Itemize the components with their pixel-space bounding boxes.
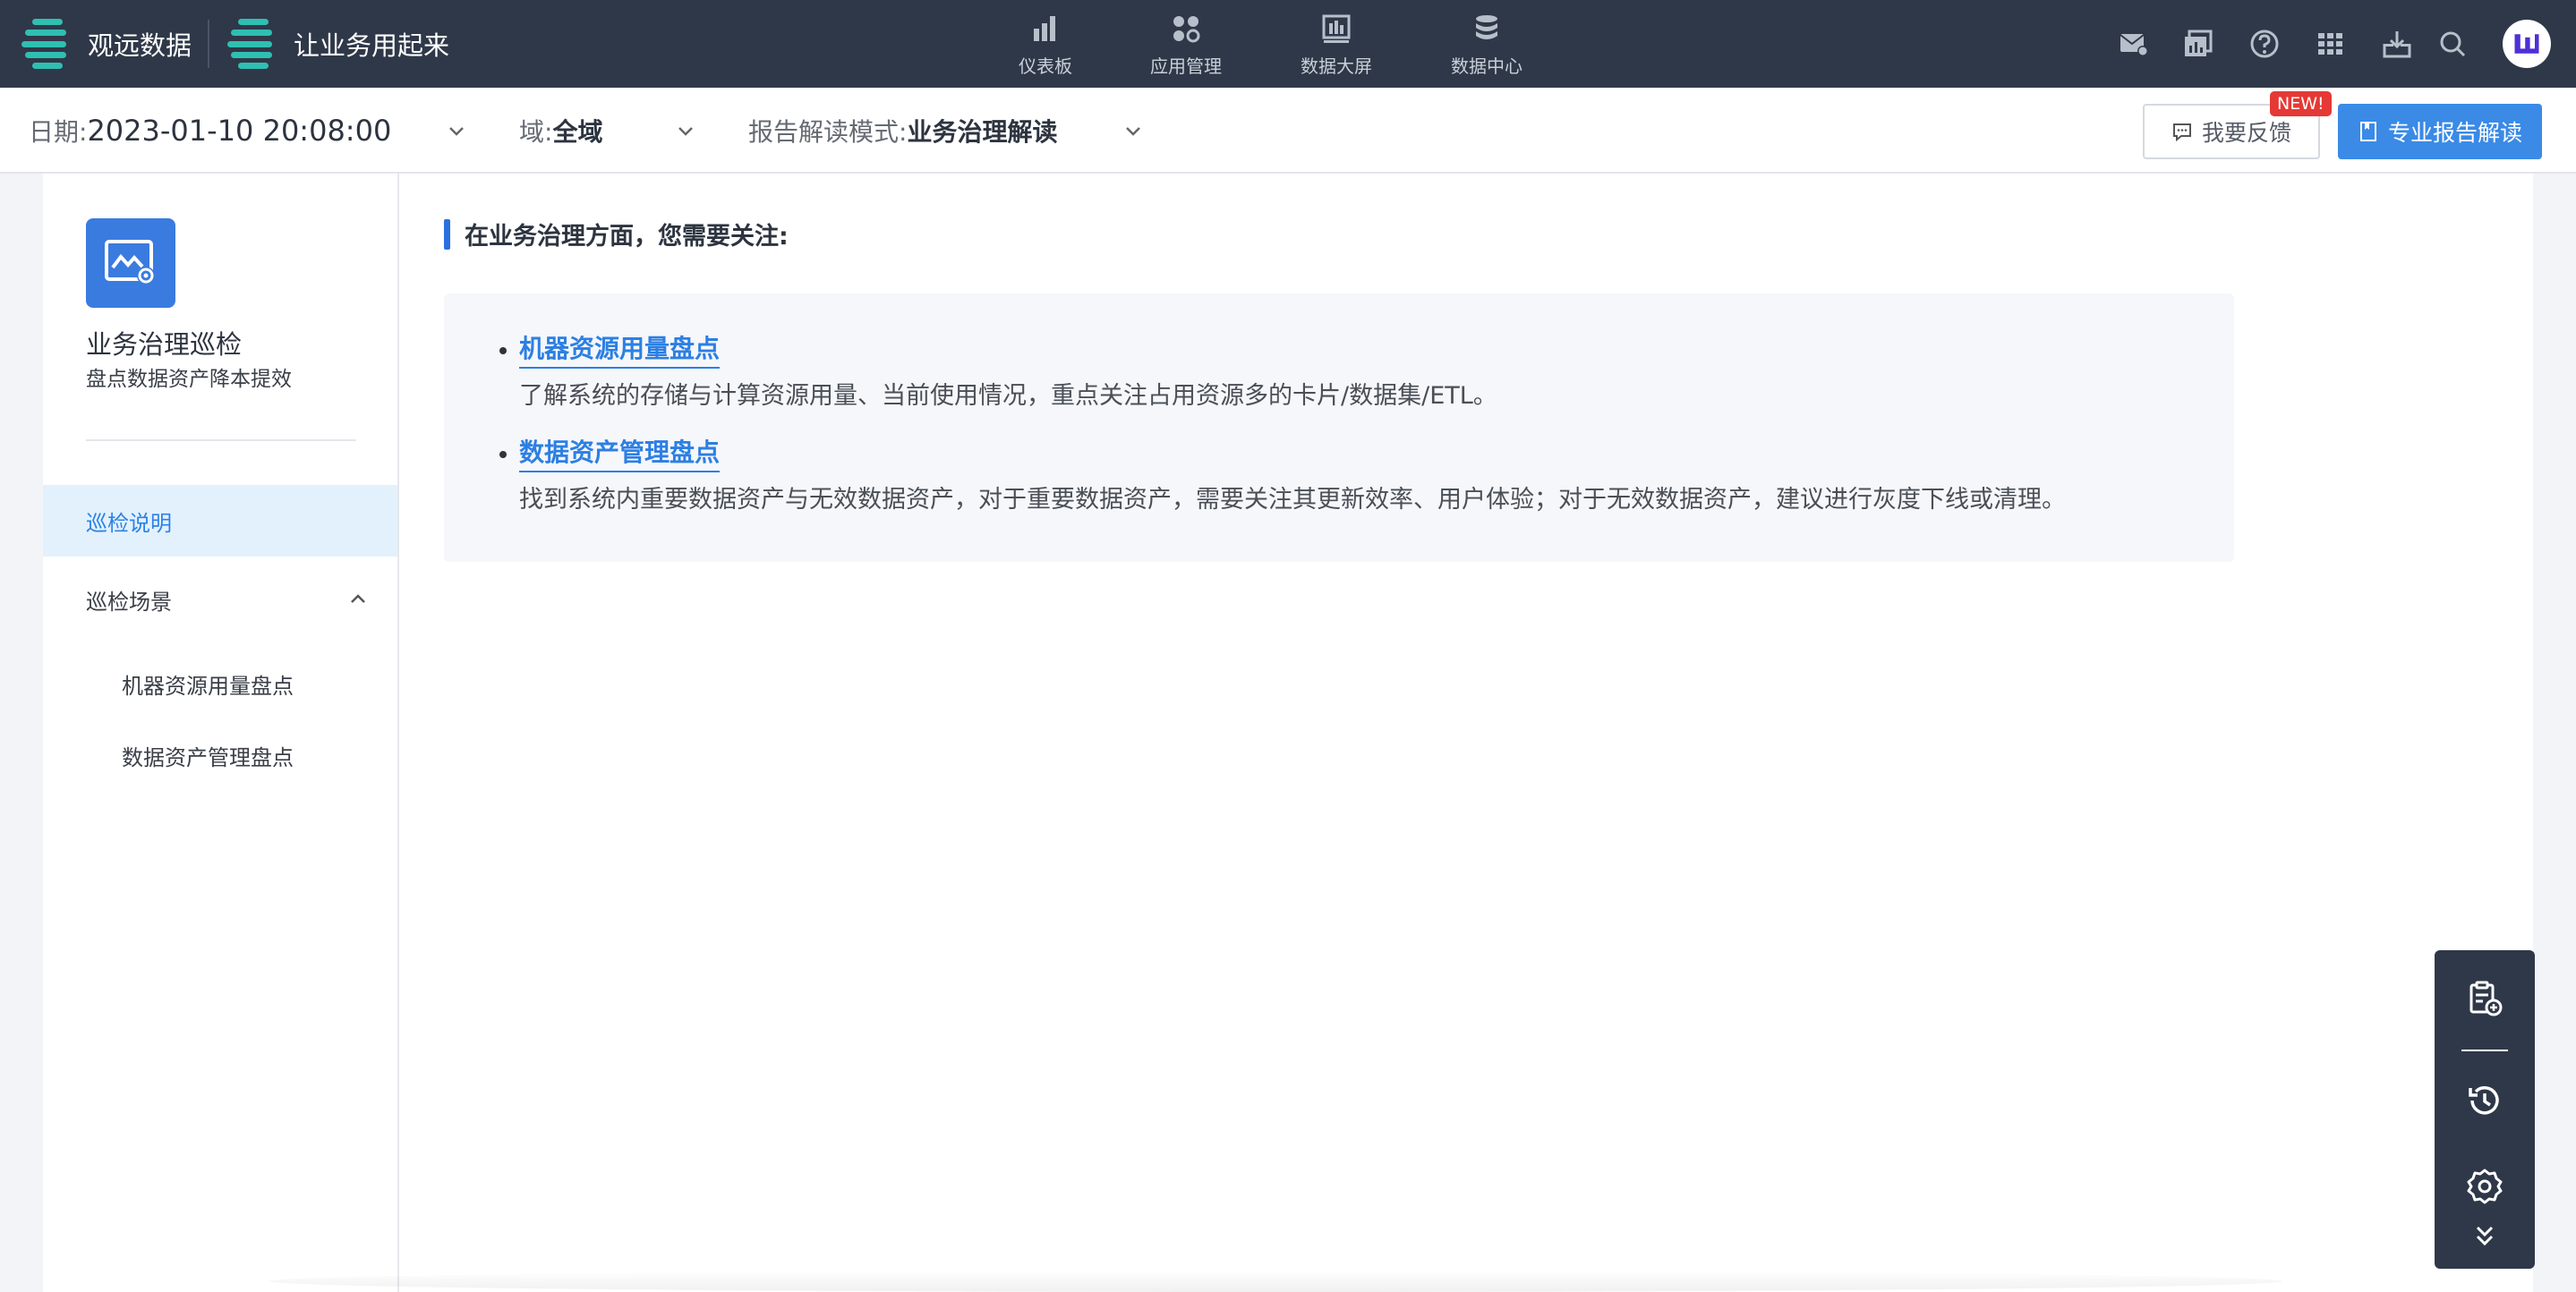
- report-mode-value: 业务治理解读: [907, 117, 1058, 147]
- nav-data-screen[interactable]: 数据大屏: [1296, 7, 1377, 82]
- sidebar-item-data-asset[interactable]: 数据资产管理盘点: [43, 723, 397, 787]
- nav-dashboard[interactable]: 仪表板: [1011, 7, 1079, 82]
- brand-name-primary: 观远数据: [88, 30, 192, 61]
- sidebar-subtitle: 盘点数据资产降本提效: [86, 368, 292, 391]
- clipboard-add-button[interactable]: [2465, 979, 2504, 1018]
- brand-logo-secondary[interactable]: 让业务用起来: [227, 0, 449, 88]
- professional-report-label: 专业报告解读: [2387, 120, 2522, 146]
- nav-app-management[interactable]: 应用管理: [1146, 7, 1226, 82]
- date-filter[interactable]: 日期: 2023-01-10 20:08:00: [29, 88, 391, 174]
- focus-card: 机器资源用量盘点 了解系统的存储与计算资源用量、当前使用情况，重点关注占用资源多…: [444, 293, 2234, 562]
- sidebar-item-machine-resource[interactable]: 机器资源用量盘点: [43, 651, 397, 716]
- history-icon: [2469, 1086, 2499, 1115]
- list-bullet: [499, 451, 507, 458]
- search-button[interactable]: [2433, 24, 2472, 64]
- sidebar-title: 业务治理巡检: [86, 329, 243, 360]
- message-button[interactable]: [2114, 24, 2154, 64]
- data-asset-link[interactable]: 数据资产管理盘点: [519, 433, 721, 472]
- help-button[interactable]: [2245, 24, 2284, 64]
- top-navigation-bar: 观远数据 让业务用起来 仪表板 应用管理 数据大屏 数据中心: [0, 0, 2576, 88]
- clipboard-add-icon: [2469, 981, 2503, 1016]
- user-avatar[interactable]: [2503, 20, 2551, 68]
- database-icon: [1476, 14, 1497, 39]
- settings-button[interactable]: [2465, 1167, 2504, 1206]
- machine-resource-description: 了解系统的存储与计算资源用量、当前使用情况，重点关注占用资源多的卡片/数据集/E…: [519, 382, 1497, 410]
- list-bullet: [499, 347, 507, 354]
- sidebar-item-label: 巡检场景: [86, 589, 172, 615]
- sidebar-item-inspection-scenarios[interactable]: 巡检场景: [43, 564, 397, 635]
- date-filter-value: 2023-01-10 20:08:00: [87, 114, 392, 148]
- monitor-settings-icon: [105, 240, 155, 285]
- settings-icon: [2467, 1169, 2503, 1204]
- inspection-app-icon: [86, 218, 175, 308]
- book-icon: [2359, 122, 2376, 141]
- report-mode-label: 报告解读模式:: [748, 117, 908, 147]
- chevron-down-icon[interactable]: [1122, 120, 1144, 141]
- apps-icon: [1173, 15, 1200, 42]
- brand-logo-icon: [21, 19, 66, 69]
- nav-data-center[interactable]: 数据中心: [1446, 7, 1527, 82]
- professional-report-button[interactable]: 专业报告解读: [2338, 104, 2542, 159]
- bottom-shadow: [269, 1271, 2282, 1292]
- report-button[interactable]: [2179, 24, 2218, 64]
- domain-filter[interactable]: 域: 全域: [519, 88, 602, 174]
- brand-logo-primary[interactable]: 观远数据: [21, 0, 192, 88]
- brand-divider: [208, 20, 209, 68]
- heading-accent-bar: [444, 218, 450, 250]
- content-heading: 在业务治理方面，您需要关注:: [444, 217, 789, 251]
- floating-toolbar: [2435, 950, 2535, 1269]
- avatar-logo-icon: [2514, 34, 2539, 54]
- main-panel: 业务治理巡检 盘点数据资产降本提效 巡检说明 巡检场景 机器资源用量盘点 数据资…: [43, 174, 2533, 1292]
- feedback-button-label: 我要反馈: [2201, 120, 2291, 146]
- sidebar-item-label: 数据资产管理盘点: [122, 744, 294, 770]
- help-icon: [2250, 30, 2279, 58]
- grid-icon: [2318, 33, 2342, 55]
- chevron-down-icon[interactable]: [675, 120, 696, 141]
- download-button[interactable]: [2377, 24, 2417, 64]
- brand-logo-icon-secondary: [227, 19, 272, 69]
- machine-resource-link[interactable]: 机器资源用量盘点: [519, 329, 721, 369]
- collapse-toolbar-button[interactable]: [2465, 1222, 2504, 1251]
- sidebar: 业务治理巡检 盘点数据资产降本提效 巡检说明 巡检场景 机器资源用量盘点 数据资…: [43, 174, 399, 1292]
- download-icon: [2383, 31, 2411, 58]
- data-asset-description: 找到系统内重要数据资产与无效数据资产，对于重要数据资产，需要关注其更新效率、用户…: [519, 486, 2066, 514]
- history-button[interactable]: [2465, 1081, 2504, 1120]
- new-badge: NEW!: [2270, 91, 2332, 116]
- toolbar-divider: [2461, 1050, 2508, 1051]
- chevron-up-icon: [351, 594, 365, 603]
- domain-filter-value: 全域: [552, 117, 603, 147]
- date-filter-label: 日期:: [29, 117, 88, 147]
- nav-data-center-label: 数据中心: [1451, 55, 1523, 77]
- content-heading-text: 在业务治理方面，您需要关注:: [465, 223, 789, 251]
- screen-icon: [1322, 14, 1351, 43]
- nav-data-screen-label: 数据大屏: [1301, 55, 1372, 77]
- report-icon: [2185, 30, 2213, 56]
- sidebar-item-inspection-description[interactable]: 巡检说明: [43, 485, 397, 557]
- sidebar-item-label: 巡检说明: [86, 510, 172, 536]
- nav-dashboard-label: 仪表板: [1019, 55, 1072, 77]
- mail-icon: [2120, 34, 2148, 56]
- domain-filter-label: 域:: [519, 117, 553, 147]
- report-mode-filter[interactable]: 报告解读模式: 业务治理解读: [748, 88, 1057, 174]
- nav-app-management-label: 应用管理: [1150, 55, 1222, 77]
- bar-chart-icon: [1034, 15, 1055, 41]
- search-icon: [2440, 31, 2466, 57]
- brand-name-secondary: 让业务用起来: [294, 30, 450, 61]
- double-chevron-down-icon: [2476, 1226, 2494, 1246]
- chevron-down-icon[interactable]: [446, 120, 467, 141]
- sidebar-item-label: 机器资源用量盘点: [122, 673, 294, 699]
- chat-icon: [2172, 123, 2191, 142]
- app-grid-button[interactable]: [2311, 24, 2350, 64]
- sidebar-divider: [86, 439, 356, 441]
